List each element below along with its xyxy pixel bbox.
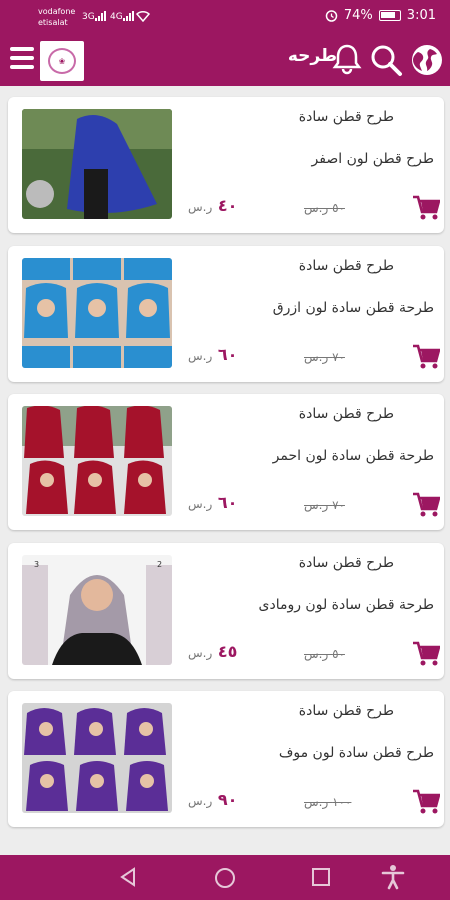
- product-card[interactable]: طرح قطن سادة طرحة قطن سادة لون احمر ٧٠ ر…: [8, 394, 444, 530]
- product-name[interactable]: طرح قطن سادة لون موف: [279, 745, 434, 761]
- price-value: ٦٠: [217, 345, 238, 364]
- cart-icon[interactable]: [412, 492, 440, 518]
- product-card[interactable]: طرح قطن سادة طرحة قطن سادة لون ازرق ٧٠ ر…: [8, 246, 444, 382]
- product-card[interactable]: طرح قطن سادة طرح قطن لون اصفر ٥٠ ر.س ٤٠ …: [8, 97, 444, 233]
- product-image[interactable]: [22, 703, 172, 813]
- product-name[interactable]: طرحة قطن سادة لون ازرق: [273, 300, 434, 316]
- product-category: طرح قطن سادة: [298, 703, 394, 719]
- alarm-icon: [325, 10, 338, 22]
- price-value: ٩٠: [217, 790, 238, 809]
- product-name[interactable]: طرحة قطن سادة لون احمر: [273, 448, 434, 464]
- globe-icon[interactable]: [410, 43, 444, 77]
- product-photo: 3 2: [22, 555, 172, 665]
- carrier-2: etisalat: [38, 18, 68, 27]
- currency: ر.س: [188, 497, 213, 511]
- old-price: ٧٠ ر.س: [304, 498, 345, 512]
- old-price: ٥٠ ر.س: [304, 647, 345, 661]
- old-price: ٧٠ ر.س: [304, 350, 345, 364]
- status-bar: vodafone etisalat 3G 4G 74% 3:01: [0, 0, 450, 34]
- cart-icon[interactable]: [412, 344, 440, 370]
- cart-icon[interactable]: [412, 195, 440, 221]
- currency: ر.س: [188, 349, 213, 363]
- status-right: 74% 3:01: [325, 8, 436, 23]
- product-category: طرح قطن سادة: [298, 258, 394, 274]
- product-photo: [22, 258, 172, 368]
- svg-text:2: 2: [157, 560, 162, 569]
- product-image[interactable]: [22, 406, 172, 516]
- recents-icon[interactable]: [311, 866, 331, 888]
- app-logo[interactable]: ❀: [40, 41, 84, 81]
- product-image[interactable]: [22, 109, 172, 219]
- product-category: طرح قطن سادة: [298, 406, 394, 422]
- bell-icon[interactable]: [332, 43, 362, 75]
- price: ٦٠ ر.س: [188, 345, 237, 364]
- signal-2-icon: [123, 11, 134, 21]
- currency: ر.س: [188, 646, 213, 660]
- carrier-names: vodafone etisalat: [38, 6, 75, 28]
- network-2-label: 4G: [110, 12, 123, 22]
- old-price: ٥٠ ر.س: [304, 201, 345, 215]
- accessibility-icon[interactable]: [380, 864, 406, 890]
- network-1-label: 3G: [82, 12, 95, 22]
- price-value: ٤٥: [217, 642, 238, 661]
- app-title: طرحه: [287, 46, 337, 66]
- price: ٦٠ ر.س: [188, 493, 237, 512]
- product-category: طرح قطن سادة: [298, 109, 394, 125]
- system-nav-bar: [0, 855, 450, 900]
- clock: 3:01: [406, 8, 436, 23]
- cart-icon[interactable]: [412, 789, 440, 815]
- currency: ر.س: [188, 200, 213, 214]
- svg-text:3: 3: [34, 560, 39, 569]
- cart-icon[interactable]: [412, 641, 440, 667]
- logo-mark-icon: ❀: [48, 48, 76, 74]
- product-name[interactable]: طرحة قطن سادة لون رومادى: [259, 597, 435, 613]
- product-photo: [22, 703, 172, 813]
- back-icon[interactable]: [117, 866, 139, 888]
- carrier-1: vodafone: [38, 7, 76, 16]
- search-icon[interactable]: [369, 43, 403, 77]
- product-image[interactable]: 3 2: [22, 555, 172, 665]
- product-category: طرح قطن سادة: [298, 555, 394, 571]
- old-price: ١٠٠ ر.س: [304, 795, 352, 809]
- price: ٩٠ ر.س: [188, 790, 237, 809]
- product-photo: [22, 109, 172, 219]
- price: ٤٥ ر.س: [188, 642, 237, 661]
- wifi-icon: [136, 10, 150, 22]
- menu-icon[interactable]: [10, 47, 36, 71]
- app-bar: ❀ طرحه: [0, 34, 450, 86]
- price-value: ٦٠: [217, 493, 238, 512]
- price: ٤٠ ر.س: [188, 196, 237, 215]
- signal-1-icon: [95, 11, 106, 21]
- price-value: ٤٠: [217, 196, 238, 215]
- product-card[interactable]: طرح قطن سادة طرح قطن سادة لون موف ١٠٠ ر.…: [8, 691, 444, 827]
- currency: ر.س: [188, 794, 213, 808]
- home-icon[interactable]: [213, 866, 237, 890]
- product-photo: [22, 406, 172, 516]
- battery-icon: [378, 10, 401, 21]
- product-image[interactable]: [22, 258, 172, 368]
- product-name[interactable]: طرح قطن لون اصفر: [312, 151, 434, 167]
- battery-percent: 74%: [343, 8, 373, 23]
- product-card[interactable]: 3 2 طرح قطن سادة طرحة قطن سادة لون روماد…: [8, 543, 444, 679]
